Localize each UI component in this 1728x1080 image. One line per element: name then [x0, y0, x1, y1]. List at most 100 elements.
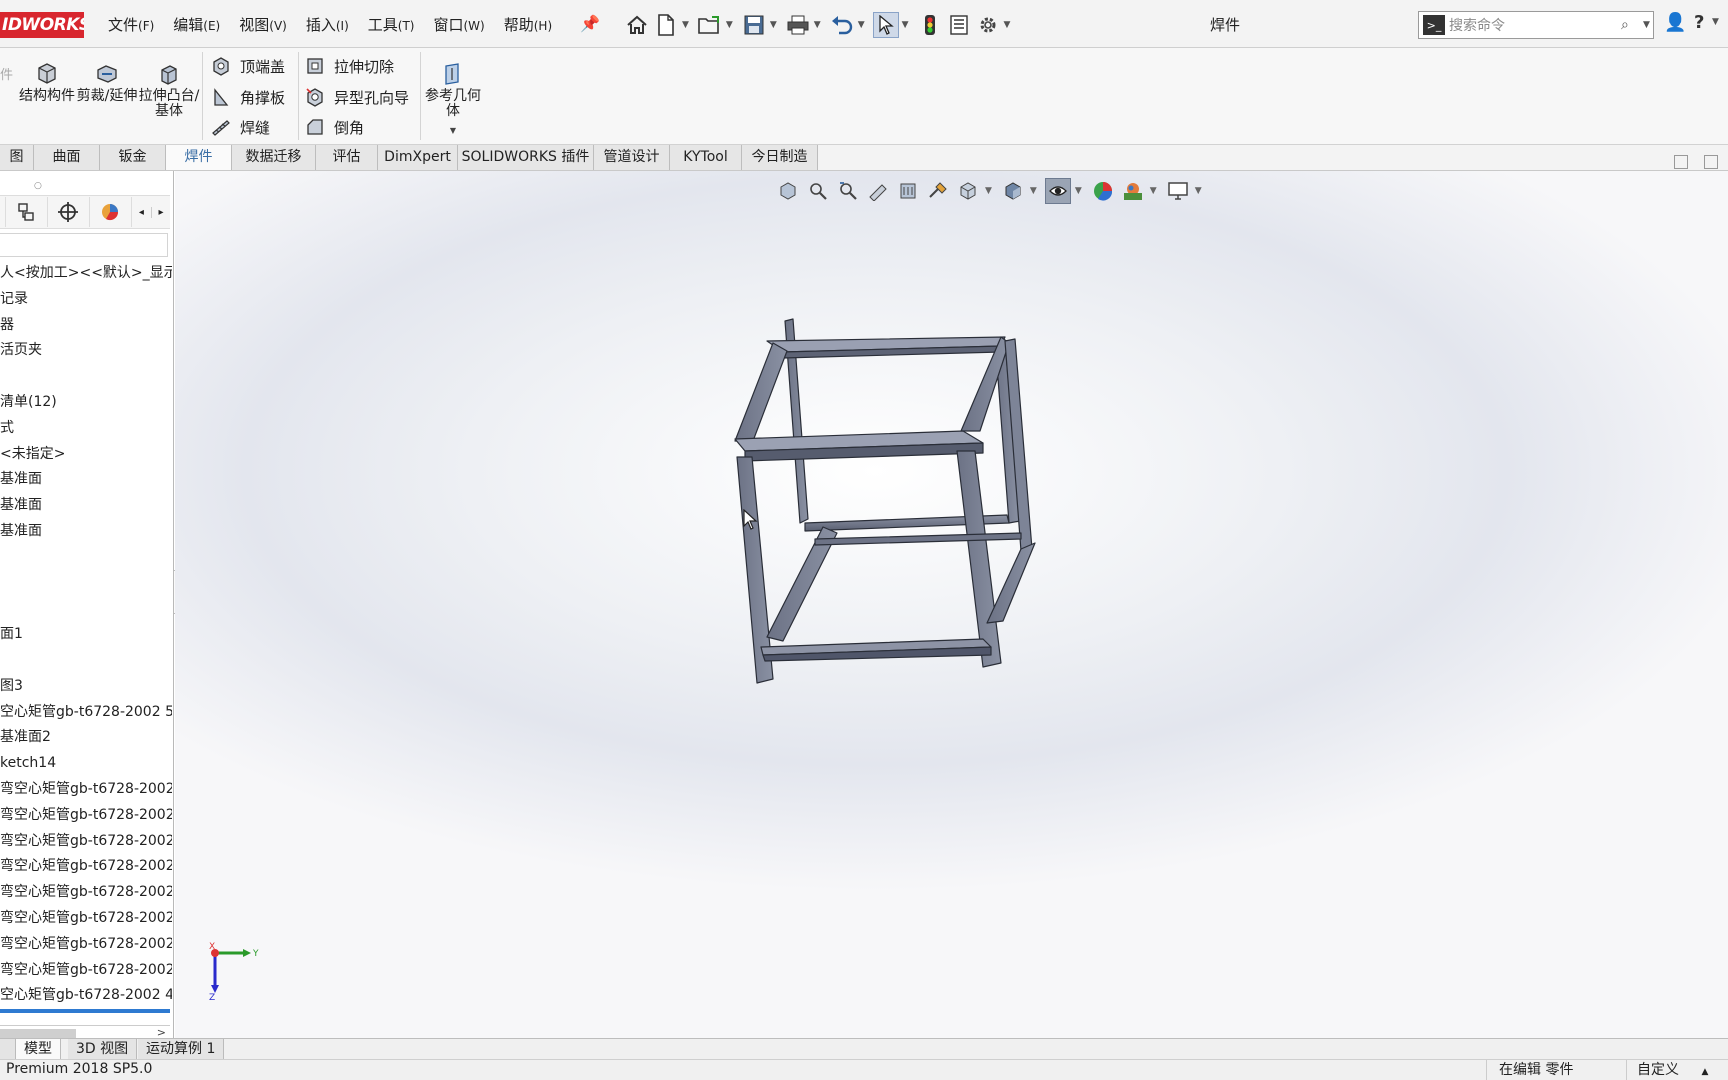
tree-item[interactable]: 式 [0, 416, 172, 442]
search-commands[interactable]: >_ 搜索命令 ⌕ ▼ [1418, 11, 1654, 39]
search-dropdown-icon[interactable]: ▼ [1643, 20, 1653, 30]
collapse-left-panel-icon[interactable] [1674, 155, 1688, 169]
tree-item[interactable]: 弯空心矩管gb-t6728-2002 [0, 803, 172, 829]
tree-item[interactable]: 人<按加工><<默认>_显示状 [0, 261, 172, 287]
save-dropdown-icon[interactable]: ▼ [770, 20, 777, 30]
rebuild-traffic-light-icon[interactable] [917, 12, 943, 38]
tree-item[interactable]: ketch14 [0, 751, 172, 777]
tab-3d-views[interactable]: 3D 视图 [68, 1039, 138, 1059]
tree-item[interactable]: 基准面2 [0, 725, 172, 751]
tree-item[interactable]: 空心矩管gb-t6728-2002 40 [0, 983, 172, 1009]
tree-item[interactable]: 空心矩管gb-t6728-2002 50 [0, 700, 172, 726]
save-icon[interactable] [741, 12, 767, 38]
open-dropdown-icon[interactable]: ▼ [726, 20, 733, 30]
help-icon[interactable]: ? [1694, 12, 1704, 33]
reference-geometry-dropdown-icon[interactable]: ▼ [422, 123, 484, 138]
undo-icon[interactable] [829, 12, 855, 38]
tree-item[interactable] [0, 648, 172, 674]
search-input[interactable]: 搜索命令 [1449, 15, 1621, 35]
reference-geometry-button[interactable]: 参考几何体 ▼ [422, 62, 484, 138]
extruded-boss-button[interactable]: 拉伸凸台/基体 [138, 62, 200, 119]
extruded-cut-button[interactable]: 拉伸切除 [304, 54, 394, 78]
solidworks-logo[interactable]: IDWORKS [0, 12, 84, 38]
tab-weldments[interactable]: 焊件 [166, 145, 232, 170]
tab-surfaces[interactable]: 曲面 [34, 145, 100, 170]
tree-item[interactable] [0, 545, 172, 571]
tab-evaluate[interactable]: 评估 [316, 145, 378, 170]
home-icon[interactable] [624, 12, 650, 38]
print-icon[interactable] [785, 12, 811, 38]
weld-bead-button[interactable]: 焊缝 [210, 115, 270, 139]
chamfer-button[interactable]: 倒角 [304, 115, 364, 139]
menu-tools[interactable]: 工具(T) [368, 14, 415, 35]
undo-dropdown-icon[interactable]: ▼ [858, 20, 865, 30]
tree-item[interactable]: 基准面 [0, 467, 172, 493]
panel-grip-icon[interactable]: ○ [34, 181, 42, 191]
gusset-button[interactable]: 角撑板 [210, 85, 285, 109]
tree-item[interactable]: 记录 [0, 287, 172, 313]
menu-file[interactable]: 文件(F) [108, 14, 154, 35]
tab-sheet-metal[interactable]: 钣金 [100, 145, 166, 170]
units-custom-selector[interactable]: 自定义 ▲ [1626, 1060, 1728, 1080]
options-dropdown-icon[interactable]: ▼ [1004, 20, 1011, 30]
tab-today-manufacturing[interactable]: 今日制造 [742, 145, 818, 170]
new-document-icon[interactable] [653, 12, 679, 38]
gear-icon[interactable] [975, 12, 1001, 38]
ribbon-clipped-button[interactable]: 件 [0, 64, 13, 114]
tree-item[interactable]: 基准面 [0, 493, 172, 519]
tree-item[interactable]: 弯空心矩管gb-t6728-2002 [0, 854, 172, 880]
tree-item[interactable]: 器 [0, 313, 172, 339]
new-dropdown-icon[interactable]: ▼ [682, 20, 689, 30]
tree-filter-input[interactable] [0, 233, 168, 257]
tree-item[interactable]: 活页夹 [0, 338, 172, 364]
tree-item[interactable]: 弯空心矩管gb-t6728-2002 [0, 829, 172, 855]
tabs-scroll-icon[interactable] [0, 1039, 16, 1059]
help-dropdown-icon[interactable]: ▼ [1712, 17, 1719, 27]
menu-window[interactable]: 窗口(W) [433, 14, 484, 35]
tree-item[interactable]: 弯空心矩管gb-t6728-2002 [0, 777, 172, 803]
file-properties-icon[interactable] [946, 12, 972, 38]
tree-item[interactable] [0, 596, 172, 622]
trim-extend-button[interactable]: 剪裁/延伸 [76, 62, 138, 104]
tree-item[interactable]: <未指定> [0, 442, 172, 468]
user-icon[interactable]: 👤 [1664, 12, 1686, 33]
tree-item[interactable]: 弯空心矩管gb-t6728-2002 [0, 880, 172, 906]
weldment-frame-model[interactable] [175, 171, 1728, 1045]
tab-model[interactable]: 模型 [16, 1039, 61, 1059]
select-cursor-icon[interactable] [872, 12, 899, 38]
tabs-scroll-left-icon[interactable]: ◂ [132, 207, 151, 218]
tab-solidworks-addins[interactable]: SOLIDWORKS 插件 [458, 145, 594, 170]
end-cap-button[interactable]: 顶端盖 [210, 54, 285, 78]
tab-kytool[interactable]: KYTool [670, 145, 742, 170]
search-icon[interactable]: ⌕ [1621, 17, 1643, 33]
menu-view[interactable]: 视图(V) [239, 14, 287, 35]
tab-data-migration[interactable]: 数据迁移 [232, 145, 316, 170]
tab-sketch[interactable]: 图 [0, 145, 34, 170]
tree-item[interactable]: 弯空心矩管gb-t6728-2002 [0, 906, 172, 932]
menu-insert[interactable]: 插入(I) [306, 14, 349, 35]
units-dropdown-icon[interactable]: ▲ [1701, 1067, 1708, 1077]
tab-motion-study[interactable]: 运动算例 1 [138, 1039, 225, 1059]
configuration-manager-tab-icon[interactable] [48, 197, 90, 227]
print-dropdown-icon[interactable]: ▼ [814, 20, 821, 30]
tree-item[interactable] [0, 571, 172, 597]
tree-item[interactable] [0, 364, 172, 390]
tree-item[interactable]: 清单(12) [0, 390, 172, 416]
menu-help[interactable]: 帮助(H) [504, 14, 552, 35]
tree-item[interactable]: 面1 [0, 622, 172, 648]
property-manager-tab-icon[interactable] [6, 197, 48, 227]
collapse-right-panel-icon[interactable] [1704, 155, 1718, 169]
structural-member-button[interactable]: 结构构件 [16, 62, 78, 104]
tab-routing[interactable]: 管道设计 [594, 145, 670, 170]
graphics-area[interactable]: ▼ ▼ ▼ ▼ ▼ X Y Z [175, 171, 1728, 1045]
display-manager-tab-icon[interactable] [90, 197, 132, 227]
pin-icon[interactable]: 📌 [580, 14, 600, 33]
tree-item[interactable]: 弯空心矩管gb-t6728-2002 [0, 932, 172, 958]
tree-item[interactable]: 弯空心矩管gb-t6728-2002 [0, 958, 172, 984]
hole-wizard-button[interactable]: 异型孔向导 [304, 85, 409, 109]
tree-item[interactable]: 图3 [0, 674, 172, 700]
select-dropdown-icon[interactable]: ▼ [902, 20, 909, 30]
tab-dimxpert[interactable]: DimXpert [378, 145, 458, 170]
menu-edit[interactable]: 编辑(E) [173, 14, 220, 35]
open-folder-icon[interactable] [697, 12, 723, 38]
